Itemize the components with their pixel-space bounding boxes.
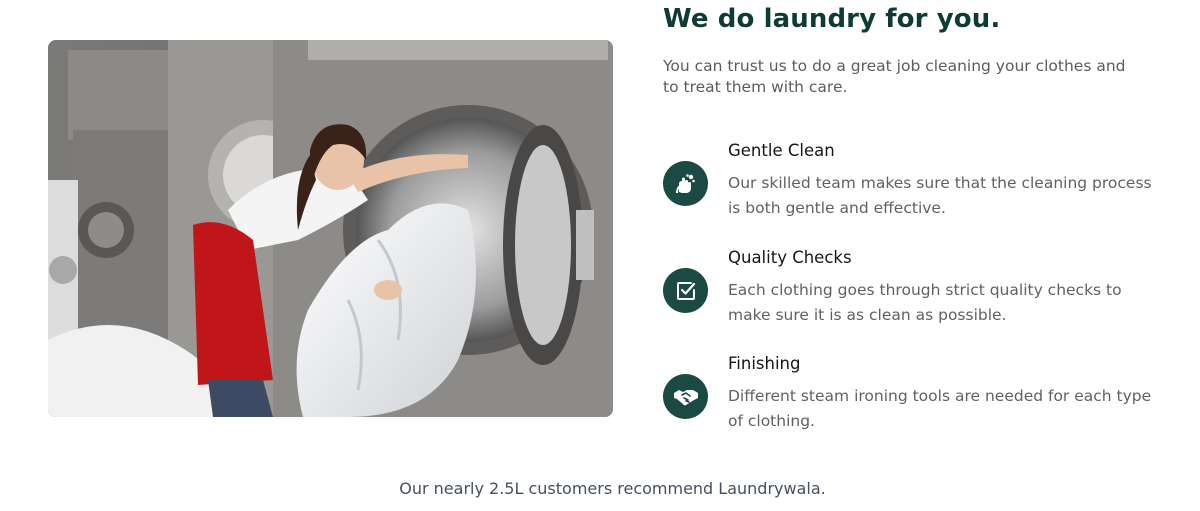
feature-description: Different steam ironing tools are needed…	[728, 387, 1152, 430]
section-heading: We do laundry for you.	[663, 4, 1001, 34]
feature-description: Our skilled team makes sure that the cle…	[728, 174, 1152, 217]
laundry-photo	[48, 40, 613, 417]
feature-title: Gentle Clean	[728, 141, 835, 160]
customer-recommendation-text: Our nearly 2.5L customers recommend Laun…	[399, 479, 826, 498]
feature-gentle-clean: Gentle Clean Our skilled team makes sure…	[663, 141, 1163, 221]
feature-title: Quality Checks	[728, 248, 852, 267]
hands-bubbles-icon	[663, 161, 708, 206]
feature-finishing: Finishing Different steam ironing tools …	[663, 354, 1163, 434]
laundry-section: We do laundry for you. You can trust us …	[0, 0, 1200, 511]
checkbox-icon	[663, 268, 708, 313]
handshake-icon	[663, 374, 708, 419]
section-intro: You can trust us to do a great job clean…	[663, 57, 1126, 96]
feature-description: Each clothing goes through strict qualit…	[728, 281, 1122, 324]
feature-quality-checks: Quality Checks Each clothing goes throug…	[663, 248, 1163, 328]
feature-title: Finishing	[728, 354, 801, 373]
